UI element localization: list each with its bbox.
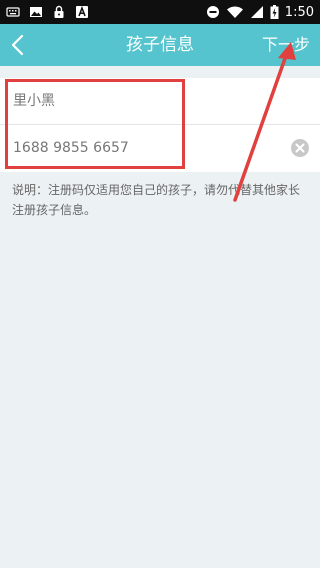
lock-icon	[54, 5, 64, 18]
status-bar-left-icons	[6, 4, 89, 20]
do-not-disturb-icon	[206, 6, 219, 18]
app-header: 孩子信息 下一步	[0, 24, 320, 66]
keyboard-icon	[6, 7, 20, 17]
image-icon	[30, 7, 42, 17]
registration-code-field[interactable]: 1688 9855 6657	[0, 125, 320, 171]
status-time: 1:50	[284, 4, 314, 20]
status-bar: 1:50	[0, 0, 320, 24]
child-name-field[interactable]: 里小黑	[0, 78, 320, 124]
clear-x-icon	[295, 143, 305, 153]
a-box-icon	[76, 5, 88, 18]
wifi-icon	[226, 6, 243, 18]
battery-charging-icon	[270, 5, 279, 19]
info-note: 说明：注册码仅适用您自己的孩子，请勿代替其他家长注册孩子信息。	[12, 183, 301, 217]
status-bar-right-icons: 1:50	[206, 3, 314, 21]
next-step-button[interactable]: 下一步	[262, 24, 310, 66]
registration-code-value: 1688 9855 6657	[13, 140, 129, 156]
signal-icon	[250, 6, 263, 18]
clear-input-button[interactable]	[291, 139, 309, 157]
child-name-value: 里小黑	[13, 93, 55, 109]
child-info-form: 里小黑 1688 9855 6657	[0, 78, 320, 172]
